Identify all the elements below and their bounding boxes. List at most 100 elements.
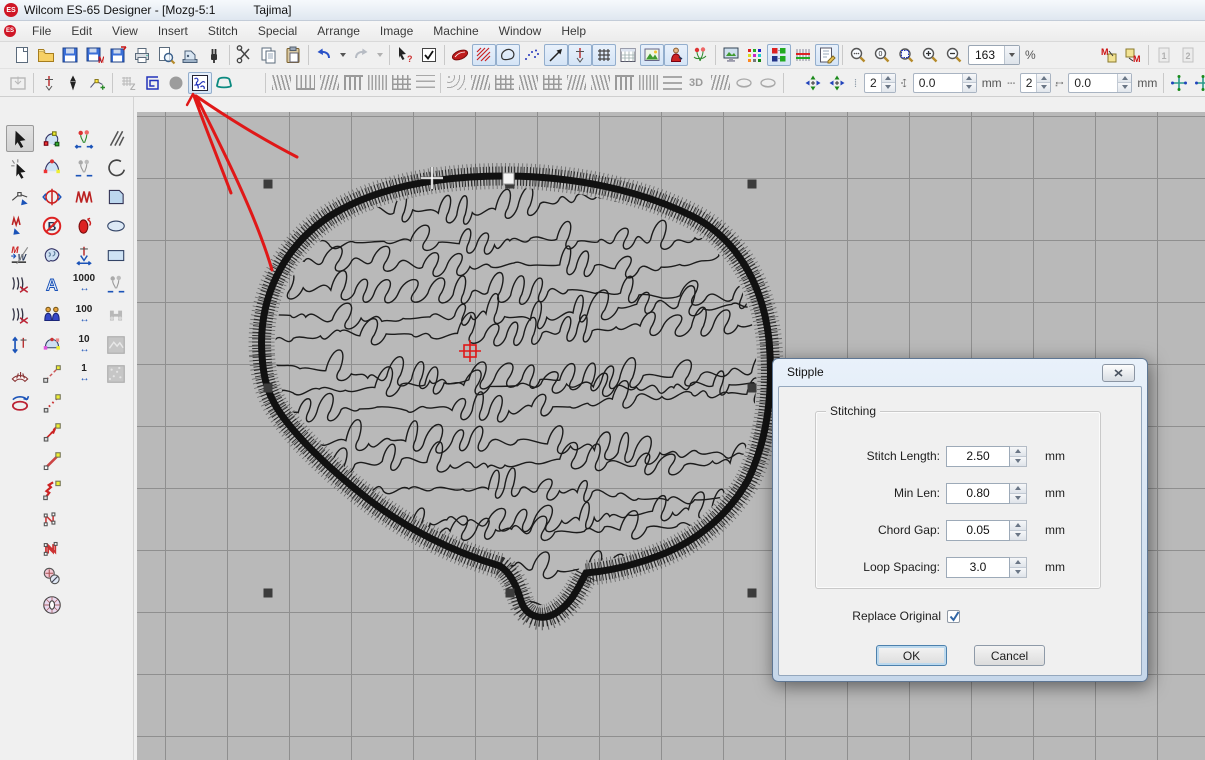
lettering-tool[interactable]: A [38,270,66,297]
orientation-tool[interactable] [6,389,34,416]
e-stitch-icon[interactable] [296,75,315,90]
ripple-fill-icon[interactable] [591,75,610,90]
penetration-spacing-tool[interactable] [70,241,98,268]
scale-1000-tool[interactable]: 1000↔ [70,270,98,297]
design-overview-button[interactable] [719,44,743,66]
zoom-combo-dropdown[interactable] [1004,46,1019,64]
align-nodes-button[interactable] [1191,72,1205,94]
stitch-spacing-field[interactable]: 2 [864,73,896,93]
show-stitches-toggle[interactable] [472,44,496,66]
overview-tool[interactable] [102,301,130,328]
reshape-tool[interactable] [38,125,66,152]
close-button[interactable] [1102,364,1135,382]
menu-arrange[interactable]: Arrange [307,22,370,40]
select-tool[interactable] [6,125,34,152]
redo-dropdown[interactable] [373,44,386,66]
manual-stitch-tool[interactable] [6,270,34,297]
menu-special[interactable]: Special [248,22,307,40]
stitch-ratio-tool[interactable]: MW [6,241,34,268]
hoop-layout-button[interactable] [6,72,30,94]
thread-colors-button[interactable] [743,44,767,66]
recent-design-3-button[interactable]: 3 [1200,44,1205,66]
stitch-length-field[interactable]: 2 [1020,73,1052,93]
arc-tool[interactable] [102,154,130,181]
closest-join-button[interactable] [61,72,85,94]
polygon-select-tool[interactable] [6,154,34,181]
print-button[interactable] [130,44,154,66]
slant-tool[interactable] [102,125,130,152]
gradient-fill-icon[interactable] [663,75,682,90]
feather-fill-icon[interactable] [567,75,586,90]
color-film-toggle[interactable] [767,44,791,66]
align-centers-button[interactable] [1167,72,1191,94]
spacing-length-field[interactable]: 0.0 [913,73,977,93]
add-node-button[interactable] [85,72,109,94]
export-machine-file-button[interactable] [106,44,130,66]
loop-spacing-input[interactable]: 3.0 [946,557,1010,578]
edit-machine-function-button[interactable]: M [1121,44,1145,66]
satin-stitch-icon[interactable] [272,75,291,90]
scale-motif-tool[interactable] [70,125,98,152]
menu-help[interactable]: Help [551,22,596,40]
scale-100-tool[interactable]: 100↔ [70,301,98,328]
blanket-stitch-icon[interactable] [344,75,363,90]
buddy-tool[interactable] [38,301,66,328]
offset-outlines-button[interactable] [140,72,164,94]
circle-arc-tool[interactable] [38,562,66,589]
complex-fill-tool[interactable] [38,241,66,268]
zigzag-stitch-icon[interactable] [320,75,339,90]
stemstitch-icon[interactable] [471,75,490,90]
show-outlines-toggle[interactable] [496,44,520,66]
save-design-button[interactable] [58,44,82,66]
save-as-machine-button[interactable]: M [82,44,106,66]
texture-1-tool[interactable] [102,331,130,358]
show-needle-points-toggle[interactable] [520,44,544,66]
menu-stitch[interactable]: Stitch [198,22,248,40]
show-connectors-toggle[interactable] [544,44,568,66]
triple-run-tool[interactable] [38,476,66,503]
stitch-spacing-spinner[interactable] [881,74,895,92]
open-curve-tool[interactable] [38,505,66,532]
show-penetrations-toggle[interactable] [568,44,592,66]
lattice-fill-icon[interactable] [495,75,514,90]
envelope-tool[interactable] [38,331,66,358]
loop-spacing-spinner[interactable] [1010,557,1027,578]
chord-gap-spinner[interactable] [1010,520,1027,541]
menu-insert[interactable]: Insert [148,22,198,40]
cancel-button[interactable]: Cancel [974,645,1045,666]
insert-machine-function-button[interactable]: M [1097,44,1121,66]
length-value-spinner[interactable] [1117,74,1131,92]
jump-tool[interactable] [38,418,66,445]
star-fill-icon[interactable] [732,72,756,94]
rectangle-tool[interactable] [102,241,130,268]
min-len-input[interactable]: 0.80 [946,483,1010,504]
convert-fill-button[interactable] [164,72,188,94]
scale-1-tool[interactable]: 1↔ [70,360,98,387]
motif-run-icon[interactable] [447,75,466,90]
menu-edit[interactable]: Edit [61,22,102,40]
outline-shape-button[interactable] [212,72,236,94]
show-hoop-toggle[interactable] [616,44,640,66]
reference-line-tool[interactable] [38,360,66,387]
zigzag-input-tool[interactable] [70,183,98,210]
wave-fill-icon[interactable] [416,75,435,90]
object-properties-toggle[interactable] [815,44,839,66]
replace-original-checkbox[interactable] [947,610,960,623]
stitch-length-spinner[interactable] [1036,74,1050,92]
stitch-angle-tool[interactable] [6,212,34,239]
chord-gap-input[interactable]: 0.05 [946,520,1010,541]
wave-effect-icon[interactable] [756,72,780,94]
rotate-tool[interactable] [38,183,66,210]
fan-stitch-tool[interactable] [6,360,34,387]
stitch-view-button[interactable] [448,44,472,66]
menu-machine[interactable]: Machine [423,22,488,40]
menu-image[interactable]: Image [370,22,423,40]
remove-overlap-tool[interactable]: B [38,212,66,239]
vertex-select-tool[interactable] [6,183,34,210]
cut-button[interactable] [233,44,257,66]
show-background-toggle[interactable] [640,44,664,66]
run-stitch-tool[interactable] [38,447,66,474]
closed-curve-tool[interactable] [38,534,66,561]
length-value-field[interactable]: 0.0 [1068,73,1132,93]
show-artwork-toggle[interactable] [688,44,712,66]
